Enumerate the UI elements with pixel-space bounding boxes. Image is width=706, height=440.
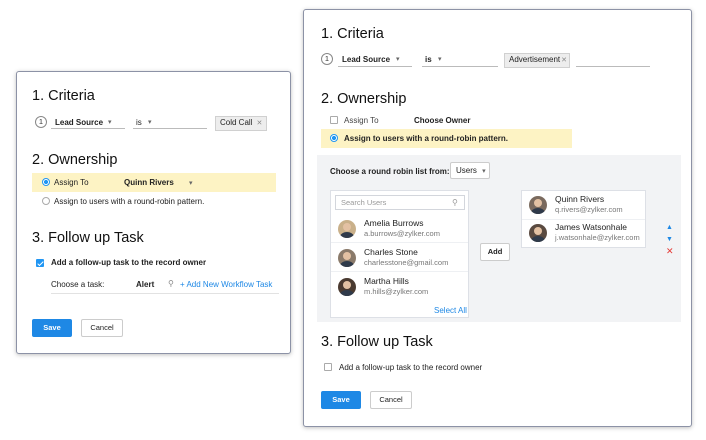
assign-to-owner-select[interactable]: Quinn Rivers [124,178,174,187]
chevron-down-icon: ▾ [108,119,112,126]
criteria-operator-select[interactable]: is [425,55,432,64]
rr-list-value: Users [456,166,477,175]
criteria-value-text: Cold Call [220,118,253,127]
avatar [529,196,547,214]
search-users-input[interactable]: Search Users [335,195,465,210]
remove-icon[interactable]: ✕ [666,247,674,256]
rr-list-select[interactable]: Users ▾ [450,162,490,179]
list-item[interactable]: Amelia Burrows a.burrows@zylker.com [331,214,468,243]
list-item[interactable]: James Watsonhale j.watsonhale@zylker.com [522,219,645,248]
operator-underline [133,128,207,129]
assign-to-radio[interactable] [330,116,338,124]
followup-checkbox[interactable] [36,259,44,267]
task-underline [51,293,279,294]
followup-checkbox-label: Add a follow-up task to the record owner [51,258,207,267]
followup-checkbox-label: Add a follow-up task to the record owner [339,363,483,372]
assign-to-label: Assign To [344,116,379,125]
chevron-down-icon: ▾ [482,168,486,175]
list-item[interactable]: Quinn Rivers q.rivers@zylker.com [522,191,645,220]
add-button[interactable]: Add [480,243,510,261]
chevron-down-icon: ▾ [189,180,193,187]
criteria-field-select[interactable]: Lead Source [55,118,103,127]
rr-list-label: Choose a round robin list from: [330,167,450,176]
avatar [529,224,547,242]
criteria-number-badge: 1 [321,53,333,65]
followup-checkbox[interactable] [324,363,332,371]
avatar [338,220,356,238]
field-underline [51,128,125,129]
selected-users-list: Quinn Rivers q.rivers@zylker.com James W… [521,190,646,248]
field-underline [338,66,412,67]
user-email: charlesstone@gmail.com [364,258,449,267]
user-name: Charles Stone [364,247,418,257]
criteria-value-chip[interactable]: Cold Call ✕ [215,116,268,131]
user-email: j.watsonhale@zylker.com [555,233,640,242]
round-robin-label: Assign to users with a round-robin patte… [344,134,509,143]
cancel-button[interactable]: Cancel [370,391,412,409]
user-email: q.rivers@zylker.com [555,205,623,214]
chevron-down-icon: ▾ [148,119,152,126]
select-all-link[interactable]: Select All [434,306,467,315]
round-robin-config: Choose a round robin list from: Users ▾ … [317,155,681,322]
avatar [338,278,356,296]
choose-task-label: Choose a task: [51,280,105,289]
criteria-value-text: Advertisement [509,55,561,64]
cancel-button[interactable]: Cancel [81,319,123,337]
user-name: Quinn Rivers [555,194,605,204]
round-robin-label: Assign to users with a round-robin patte… [54,197,205,206]
search-icon: ⚲ [452,198,458,207]
ownership-heading: 2. Ownership [32,152,118,168]
operator-underline [422,66,498,67]
move-up-icon[interactable]: ▲ [666,224,673,232]
user-name: Martha Hills [364,276,409,286]
add-workflow-task-link[interactable]: + Add New Workflow Task [180,280,272,289]
search-icon[interactable]: ⚲ [168,279,174,288]
right-rule-panel: 1. Criteria 1 Lead Source ▾ is ▾ Adverti… [303,9,692,427]
save-button[interactable]: Save [321,391,361,409]
followup-heading: 3. Follow up Task [32,230,144,246]
user-name: James Watsonhale [555,222,627,232]
criteria-operator-select[interactable]: is [136,118,142,127]
move-down-icon[interactable]: ▼ [666,236,673,244]
avatar [338,249,356,267]
assign-to-radio[interactable] [42,178,50,186]
criteria-number-badge: 1 [35,116,47,128]
user-email: a.burrows@zylker.com [364,229,440,238]
criteria-heading: 1. Criteria [32,88,95,104]
ownership-heading: 2. Ownership [321,91,407,107]
list-item[interactable]: Charles Stone charlesstone@gmail.com [331,243,468,272]
clear-icon[interactable]: ✕ [256,120,262,127]
user-name: Amelia Burrows [364,218,424,228]
criteria-value-chip[interactable]: Advertisement✕ [504,53,571,68]
criteria-field-select[interactable]: Lead Source [342,55,390,64]
round-robin-radio[interactable] [42,197,50,205]
assign-to-owner-select[interactable]: Choose Owner [414,116,470,125]
criteria-heading: 1. Criteria [321,26,384,42]
task-select[interactable]: Alert [136,280,154,289]
value-underline [576,66,650,67]
assign-to-label: Assign To [54,178,89,187]
chevron-down-icon: ▾ [396,56,400,63]
save-button[interactable]: Save [32,319,72,337]
clear-icon[interactable]: ✕ [561,57,567,64]
list-item[interactable]: Martha Hills m.hills@zylker.com [331,272,468,301]
left-rule-panel: 1. Criteria 1 Lead Source ▾ is ▾ Cold Ca… [16,71,291,354]
user-email: m.hills@zylker.com [364,287,429,296]
round-robin-radio[interactable] [330,134,338,142]
followup-heading: 3. Follow up Task [321,334,433,350]
available-users-list: Search Users ⚲ Amelia Burrows a.burrows@… [330,190,469,318]
chevron-down-icon: ▾ [438,56,442,63]
